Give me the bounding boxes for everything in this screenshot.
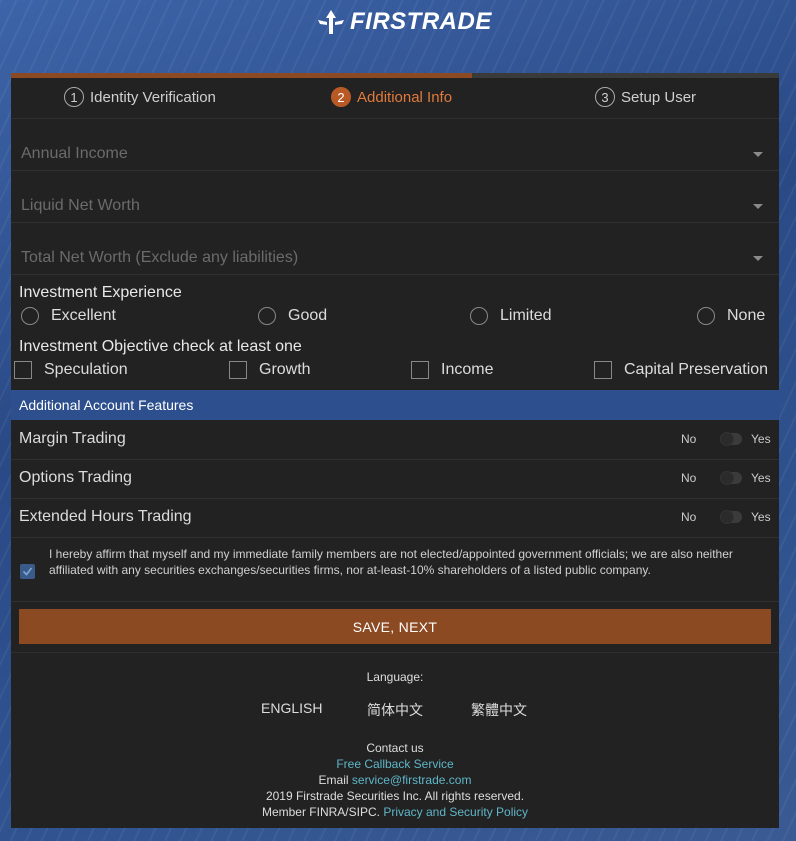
save-next-button[interactable]: SAVE, NEXT <box>19 609 771 644</box>
footer-email-line: Email service@firstrade.com <box>11 773 779 787</box>
signup-card: 1 Identity Verification 2 Additional Inf… <box>11 73 779 828</box>
radio-circle-icon <box>697 307 715 325</box>
step-indicator: 1 Identity Verification 2 Additional Inf… <box>11 78 779 119</box>
section-title: Additional Account Features <box>19 397 194 413</box>
select-placeholder: Annual Income <box>21 145 128 162</box>
toggle-yes-label: Yes <box>751 471 771 485</box>
select-placeholder: Liquid Net Worth <box>21 197 140 214</box>
step-number: 3 <box>595 87 615 107</box>
radio-limited[interactable]: Limited <box>470 307 552 325</box>
toggle-label: Options Trading <box>19 469 132 486</box>
toggle-knob <box>720 432 734 446</box>
margin-trading-row: Margin Trading No Yes <box>11 420 779 460</box>
chevron-down-icon <box>753 152 763 157</box>
options-trading-row: Options Trading No Yes <box>11 459 779 499</box>
step-label: Identity Verification <box>90 88 216 106</box>
liquid-net-worth-select[interactable]: Liquid Net Worth <box>11 171 779 223</box>
step-additional-info[interactable]: 2 Additional Info <box>331 87 452 107</box>
checkbox-icon <box>594 361 612 379</box>
radio-none[interactable]: None <box>697 307 765 325</box>
checkbox-growth[interactable]: Growth <box>229 361 311 379</box>
copyright-text: 2019 Firstrade Securities Inc. All right… <box>265 789 525 803</box>
footer-member-line: Member FINRA/SIPC. Privacy and Security … <box>11 805 779 819</box>
toggle-label: Margin Trading <box>19 430 126 447</box>
contact-us-label: Contact us <box>366 741 424 755</box>
chevron-down-icon <box>753 256 763 261</box>
firstrade-logo-icon <box>318 10 344 34</box>
toggle-no-label: No <box>681 510 697 524</box>
checkbox-label: Capital Preservation <box>624 361 769 378</box>
language-simplified-chinese[interactable]: 简体中文 <box>367 700 423 720</box>
extended-hours-trading-row: Extended Hours Trading No Yes <box>11 498 779 538</box>
step-number: 2 <box>331 87 351 107</box>
step-number: 1 <box>64 87 84 107</box>
language-label: Language: <box>366 670 424 684</box>
checkbox-icon <box>14 361 32 379</box>
checkbox-income[interactable]: Income <box>411 361 493 379</box>
radio-label: Limited <box>500 307 552 324</box>
checkbox-icon <box>411 361 429 379</box>
language-english[interactable]: ENGLISH <box>261 700 322 716</box>
toggle-knob <box>720 510 734 524</box>
step-identity-verification[interactable]: 1 Identity Verification <box>64 87 216 107</box>
privacy-policy-link[interactable]: Privacy and Security Policy <box>383 805 528 819</box>
firstrade-logo: FIRSTRADE <box>316 8 492 36</box>
affirmation-row: I hereby affirm that myself and my immed… <box>11 537 779 602</box>
radio-circle-icon <box>21 307 39 325</box>
language-traditional-chinese[interactable]: 繁體中文 <box>471 700 527 720</box>
member-text: Member FINRA/SIPC. <box>261 805 384 819</box>
annual-income-select[interactable]: Annual Income <box>11 119 779 171</box>
investment-experience-label: Investment Experience <box>19 284 182 301</box>
affirmation-checkbox[interactable] <box>20 564 35 579</box>
total-net-worth-select[interactable]: Total Net Worth (Exclude any liabilities… <box>11 223 779 275</box>
brand-name: FIRSTRADE <box>350 8 492 35</box>
select-placeholder: Total Net Worth (Exclude any liabilities… <box>21 249 299 266</box>
radio-circle-icon <box>258 307 276 325</box>
affirmation-text: I hereby affirm that myself and my immed… <box>49 547 733 577</box>
step-label: Setup User <box>621 88 697 106</box>
radio-excellent[interactable]: Excellent <box>21 307 116 325</box>
radio-good[interactable]: Good <box>258 307 327 325</box>
email-link[interactable]: service@firstrade.com <box>352 773 472 787</box>
radio-label: Good <box>288 307 328 324</box>
investment-objective-label: Investment Objective check at least one <box>19 338 302 355</box>
radio-label: Excellent <box>51 307 116 324</box>
footer-callback-line: Free Callback Service <box>11 757 779 771</box>
checkbox-capital-preservation[interactable]: Capital Preservation <box>594 361 768 379</box>
checkbox-label: Growth <box>259 361 311 378</box>
checkmark-icon <box>22 567 33 576</box>
additional-features-header: Additional Account Features <box>11 390 779 420</box>
toggle-yes-label: Yes <box>751 510 771 524</box>
toggle-knob <box>720 471 734 485</box>
checkbox-label: Speculation <box>44 361 128 378</box>
chevron-down-icon <box>753 204 763 209</box>
toggle-no-label: No <box>681 432 697 446</box>
free-callback-link[interactable]: Free Callback Service <box>336 757 453 771</box>
step-setup-user[interactable]: 3 Setup User <box>595 87 696 107</box>
divider <box>11 652 779 653</box>
toggle-yes-label: Yes <box>751 432 771 446</box>
checkbox-icon <box>229 361 247 379</box>
step-label: Additional Info <box>357 88 453 106</box>
radio-circle-icon <box>470 307 488 325</box>
checkbox-speculation[interactable]: Speculation <box>14 361 128 379</box>
toggle-no-label: No <box>681 471 697 485</box>
checkbox-label: Income <box>441 361 494 378</box>
radio-label: None <box>727 307 766 324</box>
toggle-label: Extended Hours Trading <box>19 508 192 525</box>
email-label: Email <box>318 773 352 787</box>
